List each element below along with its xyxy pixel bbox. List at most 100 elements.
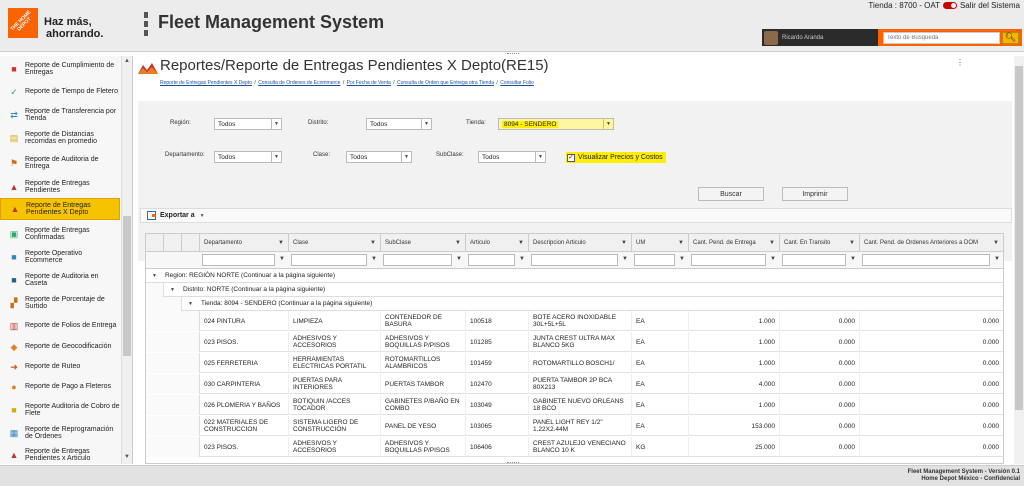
- filter-funnel-icon[interactable]: ▼: [456, 256, 462, 262]
- search-input[interactable]: [883, 31, 1000, 44]
- sidebar-item[interactable]: ✓ Reporte de Tiempo de Fletero: [0, 81, 120, 103]
- filter-funnel-icon[interactable]: ▼: [622, 256, 628, 262]
- column-filter-input[interactable]: [634, 254, 675, 266]
- exit-link[interactable]: Salir del Sistema: [960, 1, 1020, 10]
- sidebar-item[interactable]: ▤ Reporte de Distancias recorridas en pro…: [0, 127, 120, 149]
- column-header[interactable]: Departamento ▼: [200, 234, 289, 252]
- export-label[interactable]: Exportar a: [160, 212, 195, 219]
- table-row[interactable]: 023 PISOS. ADHESIVOS Y ACCESORIOS ADHESIVO…: [146, 332, 1003, 352]
- exit-toggle-icon[interactable]: [942, 2, 957, 9]
- search-button[interactable]: 🔍︎: [1002, 31, 1019, 44]
- sidebar-item[interactable]: ▞ Reporte de Porcentaje de Surtido: [0, 292, 120, 314]
- collapse-chevron-icon[interactable]: ▼: [152, 273, 157, 279]
- departamento-select[interactable]: Todos ▼: [214, 151, 282, 163]
- column-filter-input[interactable]: [202, 254, 275, 266]
- scroll-down-icon[interactable]: ▼: [124, 454, 130, 460]
- filter-funnel-icon[interactable]: ▼: [770, 256, 776, 262]
- breadcrumb-link[interactable]: Consulta de Ordenes de Ecommerce: [258, 80, 340, 86]
- filter-funnel-icon[interactable]: ▼: [621, 240, 627, 246]
- table-row[interactable]: 026 PLOMERIA Y BAÑOS BOTIQUIN /ACCES TOCA…: [146, 395, 1003, 415]
- chevron-down-icon[interactable]: ▼: [200, 213, 205, 219]
- column-header[interactable]: Articulo ▼: [466, 234, 529, 252]
- sidebar-item[interactable]: ▣ Reporte de Entregas Confirmadas: [0, 223, 120, 245]
- sidebar-item[interactable]: ■ Reporte de Auditoria en Caseta: [0, 269, 120, 291]
- home-depot-logo[interactable]: THE HOME DEPOT: [8, 8, 38, 38]
- main-scrollbar[interactable]: [1014, 56, 1024, 464]
- column-filter-input[interactable]: [291, 254, 367, 266]
- filter-funnel-icon[interactable]: ▼: [994, 256, 1000, 262]
- column-header[interactable]: Cant. En Transito ▼: [780, 234, 860, 252]
- column-header[interactable]: Clase ▼: [289, 234, 381, 252]
- table-row[interactable]: 024 PINTURA LIMPIEZA CONTENEDOR DE BASURA 1…: [146, 311, 1003, 331]
- column-filter-input[interactable]: [691, 254, 766, 266]
- search-report-button[interactable]: Buscar: [698, 187, 764, 201]
- group-row-tienda[interactable]: ▼ Tienda: 8094 - SENDERO (Continuar a la …: [146, 297, 1003, 311]
- table-row[interactable]: 022 MATERIALES DE CONSTRUCCION SISTEMA LI…: [146, 416, 1003, 436]
- sidebar-item[interactable]: ■ Reporte Auditoria de Cobro de Flete: [0, 399, 120, 421]
- column-header[interactable]: Cant. Pend. de Ordenes Anteriores a DOM ▼: [860, 234, 1003, 252]
- column-filter-input[interactable]: [862, 254, 990, 266]
- clase-select[interactable]: Todos ▼: [346, 151, 412, 163]
- sidebar-item[interactable]: ⚑ Reporte de Auditoria de Entrega: [0, 152, 120, 174]
- column-filter-input[interactable]: [383, 254, 452, 266]
- filter-funnel-icon[interactable]: ▼: [455, 240, 461, 246]
- splitter-handle-bottom[interactable]: [507, 462, 519, 464]
- export-icon[interactable]: [147, 211, 156, 220]
- sidebar-item[interactable]: ▥ Reporte de Folios de Entrega: [0, 315, 120, 337]
- filter-funnel-icon[interactable]: ▼: [371, 256, 377, 262]
- collapse-chevron-icon[interactable]: ▼: [188, 301, 193, 307]
- sidebar-item[interactable]: ⇄ Reporte de Transferencia por Tienda: [0, 104, 120, 126]
- filter-funnel-icon[interactable]: ▼: [279, 256, 285, 262]
- sidebar-item[interactable]: ▲ Reporte de Entregas Pendientes X Depto: [0, 198, 120, 220]
- group-row-distrito[interactable]: ▼ Distrito: NORTE (Continuar a la página …: [146, 283, 1003, 297]
- sidebar-item[interactable]: ■ Reporte Operativo Ecommerce: [0, 246, 120, 268]
- sidebar-item[interactable]: ▲ Reporte de Entregas Pendientes: [0, 176, 120, 198]
- column-filter-input[interactable]: [468, 254, 515, 266]
- main-scroll-thumb[interactable]: [1015, 66, 1023, 410]
- distrito-select[interactable]: Todos ▼: [366, 118, 432, 130]
- filter-funnel-icon[interactable]: ▼: [678, 240, 684, 246]
- group-row-region[interactable]: ▼ Region: REGIÓN NORTE (Continuar a la pá…: [146, 269, 1003, 283]
- sidebar-item[interactable]: ■ Reporte de Cumplimiento de Entregas: [0, 58, 120, 80]
- filter-funnel-icon[interactable]: ▼: [769, 240, 775, 246]
- column-header[interactable]: Cant. Pend. de Entrega ▼: [689, 234, 780, 252]
- print-button[interactable]: Imprimir: [782, 187, 848, 201]
- table-row[interactable]: 023 PISOS. ADHESIVOS Y ACCESORIOS ADHESIVO…: [146, 437, 1003, 457]
- sidebar-item[interactable]: ▲ Reporte de Entregas Pendientes x Articu…: [0, 444, 120, 464]
- region-select[interactable]: Todos ▼: [214, 118, 282, 130]
- more-options-icon[interactable]: ⋮: [956, 58, 964, 67]
- column-header[interactable]: SubClase ▼: [381, 234, 466, 252]
- filter-funnel-icon[interactable]: ▼: [993, 240, 999, 246]
- sidebar-scrollbar[interactable]: ▲ ▼: [121, 56, 132, 464]
- price-visibility-checkbox[interactable]: ✓ Visualizar Precios y Costos: [566, 152, 666, 163]
- collapse-chevron-icon[interactable]: ▼: [170, 287, 175, 293]
- checkmark-icon[interactable]: ✓: [567, 153, 575, 162]
- sidebar-item[interactable]: ◆ Reporte de Geocodificación: [0, 336, 120, 358]
- column-filter-input[interactable]: [782, 254, 846, 266]
- filter-funnel-icon[interactable]: ▼: [519, 256, 525, 262]
- sidebar-scroll-thumb[interactable]: [123, 216, 131, 356]
- table-row[interactable]: 025 FERRETERIA HERRAMIENTAS ELECTRICAS PO…: [146, 353, 1003, 373]
- breadcrumb-link[interactable]: Reporte de Entregas Pendientes X Depto: [160, 80, 252, 86]
- table-row[interactable]: 030 CARPINTERIA PUERTAS PARA INTERIORES PU…: [146, 374, 1003, 394]
- filter-funnel-icon[interactable]: ▼: [850, 256, 856, 262]
- subclase-select[interactable]: Todos ▼: [478, 151, 546, 163]
- breadcrumb-link[interactable]: Por Fecha de Venta: [347, 80, 391, 86]
- filter-funnel-icon[interactable]: ▼: [679, 256, 685, 262]
- filter-funnel-icon[interactable]: ▼: [518, 240, 524, 246]
- tienda-select[interactable]: 8094 - SENDERO ▼: [498, 118, 614, 130]
- filter-funnel-icon[interactable]: ▼: [849, 240, 855, 246]
- column-header[interactable]: Descripcion Articulo ▼: [529, 234, 632, 252]
- menu-toggle-icon[interactable]: [144, 12, 148, 36]
- filter-funnel-icon[interactable]: ▼: [278, 240, 284, 246]
- breadcrumb-link[interactable]: Consulta de Orden que Entrega otra Tiend…: [397, 80, 494, 86]
- splitter-handle-top[interactable]: [507, 53, 519, 55]
- column-header[interactable]: UM ▼: [632, 234, 689, 252]
- sidebar-item[interactable]: ➜ Reporte de Ruteo: [0, 356, 120, 378]
- column-filter-input[interactable]: [531, 254, 618, 266]
- sidebar-item[interactable]: ● Reporte de Pago a Fleteros: [0, 376, 120, 398]
- scroll-up-icon[interactable]: ▲: [124, 58, 130, 64]
- breadcrumb-link[interactable]: Consultar Folio: [500, 80, 534, 86]
- filter-funnel-icon[interactable]: ▼: [370, 240, 376, 246]
- sidebar-item[interactable]: ▦ Reporte de Reprogramación de Ordenes: [0, 422, 120, 444]
